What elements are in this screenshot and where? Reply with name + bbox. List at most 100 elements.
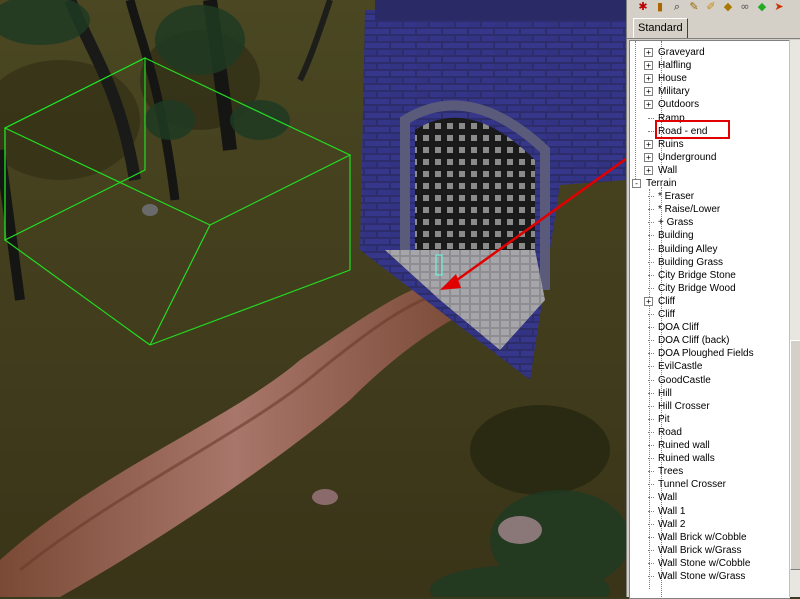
tree-item[interactable]: Outdoors <box>657 98 700 111</box>
tree-item[interactable]: Military <box>657 85 691 98</box>
tree-item-label: Underground <box>658 151 717 163</box>
tree-item[interactable]: House <box>657 72 688 85</box>
tree-item[interactable]: Building Grass <box>657 256 724 269</box>
tree-connector <box>648 392 654 394</box>
tree-connector <box>648 248 654 250</box>
tree-item[interactable]: Halfling <box>657 59 692 72</box>
tree-item[interactable]: Underground <box>657 151 717 164</box>
tab-standard[interactable]: Standard <box>633 18 688 38</box>
expand-icon[interactable]: + <box>644 100 653 110</box>
tree-connector <box>648 130 654 132</box>
tree-item[interactable]: Wall Stone w/Grass <box>657 570 746 583</box>
tree-item[interactable]: EvilCastle <box>657 360 703 373</box>
tree-item[interactable]: Wall 1 <box>657 505 686 518</box>
tree-item[interactable]: Ruined wall <box>657 439 711 452</box>
link-icon[interactable]: ∞ <box>737 0 753 14</box>
tree-item[interactable]: City Bridge Stone <box>657 269 737 282</box>
tree-item-label: Building Grass <box>658 256 724 268</box>
tree-item[interactable]: Trees <box>657 465 684 478</box>
tree-connector <box>648 287 654 289</box>
tree-item-label: Hill Crosser <box>658 400 710 412</box>
tree-item-label: House <box>658 73 687 85</box>
tree-item[interactable]: Graveyard <box>657 46 706 59</box>
tree-connector <box>648 117 654 119</box>
tree-item[interactable]: Building <box>657 229 695 242</box>
tree-item-label: Wall Brick w/Grass <box>658 544 742 556</box>
highlight-annotation <box>655 120 730 139</box>
expand-icon[interactable]: + <box>644 87 653 97</box>
tree-item[interactable]: + Grass <box>657 216 694 229</box>
expand-icon[interactable]: + <box>644 61 653 71</box>
tree-item[interactable]: Wall <box>657 164 678 177</box>
tree-connector <box>648 379 654 381</box>
tree-item-label: Wall <box>658 492 678 504</box>
tree-item[interactable]: Cliff <box>657 295 676 308</box>
tree-connector <box>648 484 654 486</box>
tree-connector <box>648 562 654 564</box>
tree-item-label: DOA Cliff <box>658 322 699 334</box>
tree-item[interactable]: Road <box>657 426 683 439</box>
gem-icon[interactable]: ◆ <box>754 0 770 14</box>
tree-item[interactable]: Wall <box>657 491 678 504</box>
tree-connector <box>648 235 654 237</box>
tree-item[interactable]: Wall Brick w/Grass <box>657 544 743 557</box>
tree-item[interactable]: Building Alley <box>657 243 718 256</box>
expand-icon[interactable]: + <box>644 74 653 84</box>
tree-connector <box>648 327 654 329</box>
expand-icon[interactable]: + <box>644 152 653 162</box>
expand-icon[interactable]: + <box>644 296 653 306</box>
tree-item[interactable]: Wall 2 <box>657 518 686 531</box>
book-icon[interactable]: ▮ <box>652 0 668 14</box>
tree-item-label: EvilCastle <box>658 361 703 373</box>
tree-item[interactable]: City Bridge Wood <box>657 282 737 295</box>
tree-item[interactable]: * Eraser <box>657 190 695 203</box>
tree-connector <box>648 458 654 460</box>
tree-item-label: Ruins <box>658 138 684 150</box>
tree-item-label: Building Alley <box>658 243 718 255</box>
tree-item[interactable]: Pit <box>657 413 671 426</box>
tree-item[interactable]: Hill Crosser <box>657 400 711 413</box>
brush-icon[interactable]: ✐ <box>703 0 719 14</box>
tree-item[interactable]: * Raise/Lower <box>657 203 721 216</box>
expand-icon[interactable]: + <box>644 48 653 57</box>
expand-icon[interactable]: + <box>644 139 653 149</box>
tree-scrollbar[interactable] <box>789 40 800 597</box>
tree-connector <box>648 222 654 224</box>
bug-icon[interactable]: ✱ <box>635 0 651 14</box>
tree-connector <box>648 523 654 525</box>
tree-item-label: Wall 1 <box>658 505 686 517</box>
tree-item[interactable]: Tunnel Crosser <box>657 478 727 491</box>
tree-connector <box>648 261 654 263</box>
tree-item[interactable]: Hill <box>657 387 673 400</box>
tag-icon[interactable]: ◆ <box>720 0 736 14</box>
tree-item[interactable]: Wall Stone w/Cobble <box>657 557 751 570</box>
arrow-icon[interactable]: ➤ <box>771 0 787 14</box>
tree-item-label: GoodCastle <box>658 374 711 386</box>
tree-item[interactable]: Ruins <box>657 138 685 151</box>
tree-item-label: * Eraser <box>658 191 695 203</box>
collapse-icon[interactable]: - <box>632 179 641 188</box>
scene-render <box>0 0 626 597</box>
tree-item-label: + Grass <box>658 217 694 229</box>
tree-item[interactable]: Wall Brick w/Cobble <box>657 531 748 544</box>
expand-icon[interactable]: + <box>644 165 653 175</box>
pencil-icon[interactable]: ✎ <box>686 0 702 14</box>
tree-item[interactable]: DOA Cliff <box>657 321 700 334</box>
tree-connector <box>648 497 654 499</box>
3d-viewport[interactable] <box>0 0 626 597</box>
scrollbar-thumb[interactable] <box>790 340 800 570</box>
tree-item[interactable]: Ruined walls <box>657 452 716 465</box>
tree-connector <box>635 41 636 181</box>
tree-item[interactable]: Terrain <box>645 177 678 190</box>
tree-item-label: * Raise/Lower <box>658 204 721 216</box>
tree-item[interactable]: Cliff <box>657 308 676 321</box>
tree-item-label: DOA Ploughed Fields <box>658 348 754 360</box>
tree-item-label: City Bridge Wood <box>658 282 736 294</box>
tree-item[interactable]: DOA Ploughed Fields <box>657 347 755 360</box>
tree-item-label: City Bridge Stone <box>658 269 736 281</box>
tree-item[interactable]: DOA Cliff (back) <box>657 334 731 347</box>
search-icon[interactable]: ⌕ <box>669 0 685 14</box>
tree-item[interactable]: GoodCastle <box>657 374 712 387</box>
tree-item-label: Building <box>658 230 694 242</box>
tree-connector <box>648 510 654 512</box>
